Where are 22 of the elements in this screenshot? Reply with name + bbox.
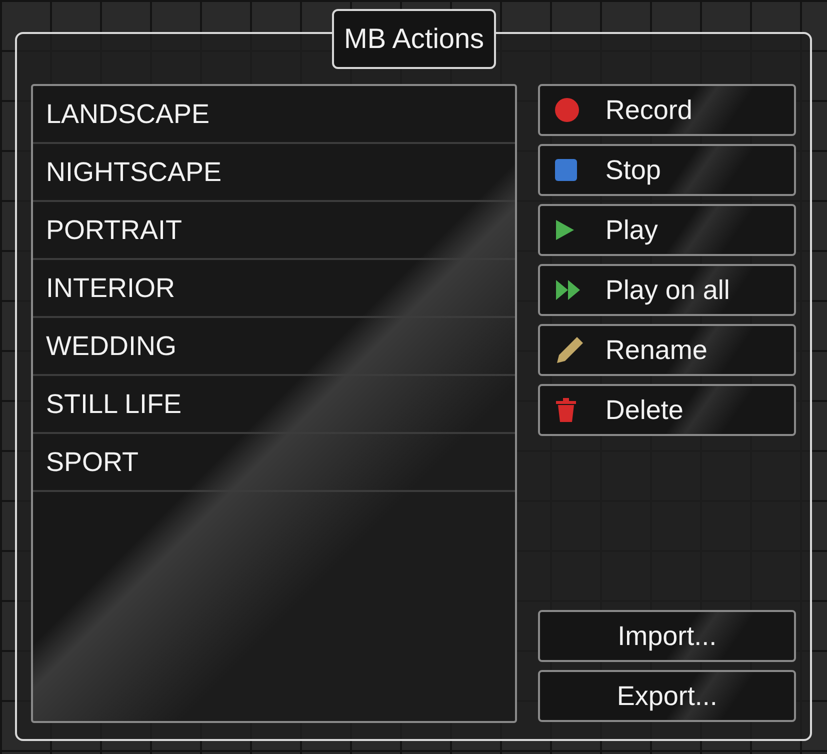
list-item[interactable]: SPORT [33, 434, 516, 492]
list-item[interactable]: PORTRAIT [33, 202, 516, 260]
action-button[interactable]: Play [538, 204, 796, 256]
trash-icon [555, 397, 578, 423]
action-button[interactable]: Record [538, 84, 796, 136]
list-item[interactable]: STILL LIFE [33, 376, 516, 434]
file-button[interactable]: Import... [538, 610, 796, 662]
action-button[interactable]: Delete [538, 384, 796, 436]
play-icon [555, 219, 576, 241]
list-item[interactable]: WEDDING [33, 318, 516, 376]
fast-forward-icon [555, 279, 582, 301]
stop-icon [555, 159, 578, 181]
action-button[interactable]: Play on all [538, 264, 796, 316]
file-button[interactable]: Export... [538, 670, 796, 722]
list-item[interactable]: LANDSCAPE [33, 86, 516, 144]
action-button[interactable]: Rename [538, 324, 796, 376]
panel-title: MB Actions [332, 9, 496, 69]
list-item[interactable]: INTERIOR [33, 260, 516, 318]
pencil-icon [555, 335, 586, 365]
action-button[interactable]: Stop [538, 144, 796, 196]
record-icon [555, 98, 580, 122]
list-item[interactable]: NIGHTSCAPE [33, 144, 516, 202]
